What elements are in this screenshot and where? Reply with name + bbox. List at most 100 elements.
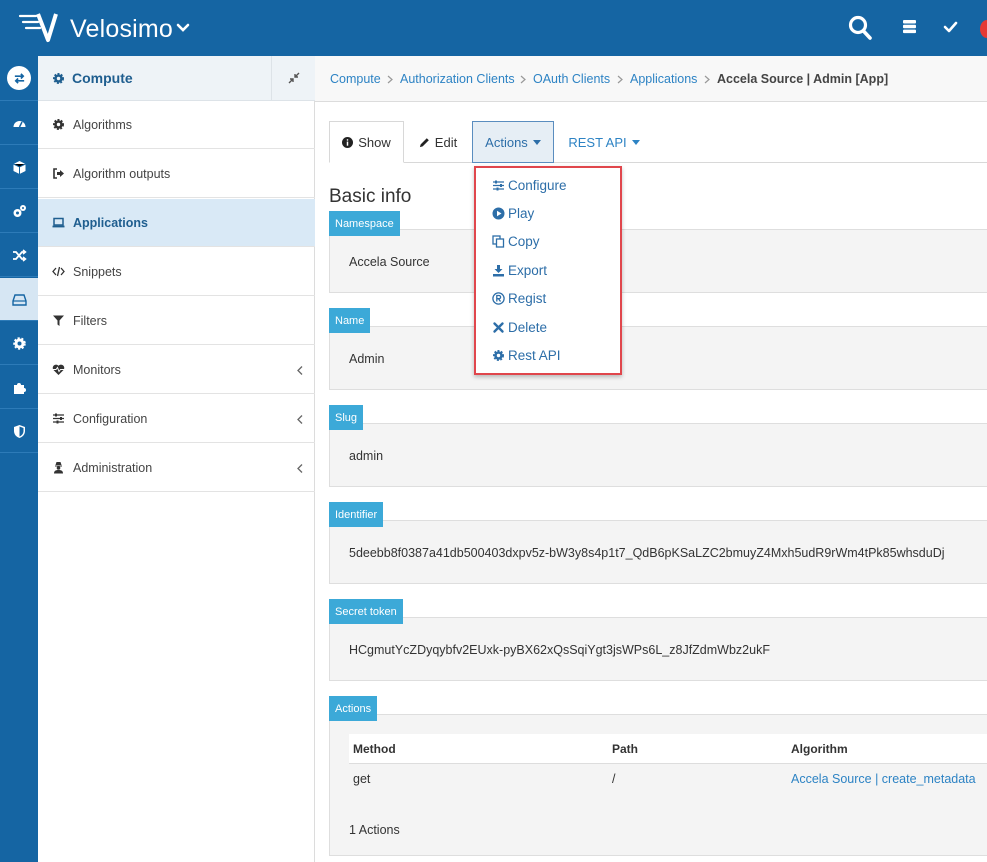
database-icon[interactable] — [902, 19, 917, 34]
user-secret-icon — [54, 462, 63, 474]
check-icon[interactable] — [943, 20, 958, 34]
sidebar-collapse-button[interactable] — [271, 56, 315, 100]
rail-compute-button[interactable] — [0, 278, 38, 321]
breadcrumb-current: Accela Source | Admin [App] — [717, 72, 889, 86]
chevron-left-icon — [297, 464, 303, 473]
field-label: Identifier — [329, 502, 384, 527]
menu-item-export[interactable]: Export — [492, 261, 547, 279]
notification-indicator[interactable] — [980, 20, 987, 38]
section-title: Basic info — [329, 186, 412, 207]
column-header-path: Path — [612, 742, 639, 756]
menu-item-play[interactable]: Play — [492, 204, 534, 222]
menu-item-label: Export — [508, 262, 548, 278]
field-label: Actions — [329, 696, 378, 721]
rail-exchange-button[interactable] — [0, 56, 38, 101]
tab-show[interactable]: Show — [329, 121, 404, 163]
sidebar-item-label: Filters — [73, 314, 108, 328]
sidebar-item-filters[interactable]: Filters — [38, 297, 315, 345]
field-box: admin — [329, 423, 987, 487]
cell-method: get — [353, 772, 371, 786]
sign-out-icon — [53, 168, 64, 179]
field-label: Name — [329, 308, 371, 333]
sidebar-item-label: Applications — [73, 216, 149, 230]
rail-random-button[interactable] — [0, 234, 38, 277]
table-header: Method Path Algorithm — [349, 734, 987, 764]
rail-puzzle-button[interactable] — [0, 366, 38, 409]
field-value: Accela Source — [349, 255, 430, 269]
sidebar-item-snippets[interactable]: Snippets — [38, 248, 315, 296]
code-icon — [52, 266, 65, 277]
tab-rest-api-label: REST API — [568, 134, 627, 150]
info-circle-icon — [342, 136, 354, 148]
actions-dropdown-menu: Configure Play Copy Export Regist Delete… — [474, 166, 622, 375]
rail-cogs-button[interactable] — [0, 190, 38, 233]
pencil-icon — [419, 137, 429, 147]
brand-name[interactable]: Velosimo — [70, 15, 173, 44]
actions-box: Method Path Algorithm get / Accela Sourc… — [329, 714, 987, 856]
chevron-left-icon — [297, 415, 303, 424]
tab-show-label: Show — [358, 134, 391, 150]
breadcrumb: Compute Authorization Clients OAuth Clie… — [315, 56, 987, 102]
rail-shield-button[interactable] — [0, 410, 38, 453]
sidebar-item-monitors[interactable]: Monitors — [38, 346, 315, 394]
field-label: Namespace — [329, 211, 400, 236]
field-box: HCgmutYcZDyqybfv2EUxk-pyBX62xQsSqiYgt3js… — [329, 617, 987, 681]
menu-item-copy[interactable]: Copy — [492, 232, 540, 250]
tab-actions-dropdown[interactable]: Actions — [472, 121, 554, 163]
chevron-left-icon — [297, 366, 303, 375]
field-label: Slug — [329, 405, 364, 430]
tab-edit[interactable]: Edit — [410, 121, 466, 163]
chevron-right-icon — [617, 75, 623, 84]
registered-icon — [492, 291, 505, 305]
sidebar-item-label: Algorithms — [73, 118, 133, 132]
sidebar-title[interactable]: Compute — [72, 70, 133, 86]
rail-settings-button[interactable] — [0, 322, 38, 365]
times-icon — [493, 321, 504, 333]
menu-item-delete[interactable]: Delete — [492, 318, 547, 336]
heartbeat-icon — [52, 364, 65, 375]
sidebar-item-label: Configuration — [73, 412, 148, 426]
cell-path: / — [612, 772, 616, 786]
menu-item-label: Configure — [508, 177, 567, 193]
hdd-icon — [11, 293, 27, 306]
field-value: HCgmutYcZDyqybfv2EUxk-pyBX62xQsSqiYgt3js… — [349, 643, 770, 657]
search-icon[interactable] — [848, 15, 872, 41]
breadcrumb-applications[interactable]: Applications — [630, 72, 697, 86]
puzzle-icon — [13, 382, 26, 394]
breadcrumb-compute[interactable]: Compute — [330, 72, 381, 86]
sidebar-item-algorithms[interactable]: Algorithms — [38, 101, 315, 149]
sidebar-item-label: Snippets — [73, 265, 122, 279]
tab-rest-api-dropdown[interactable]: REST API — [562, 121, 646, 163]
menu-item-rest-api[interactable]: Rest API — [492, 346, 561, 364]
top-navbar: Velosimo — [0, 0, 987, 56]
field-box: 5deebb8f0387a41db500403dxpv5z-bW3y8s4p1t… — [329, 520, 987, 584]
table-row: get / Accela Source | create_metadata — [349, 764, 987, 794]
field-value: admin — [349, 449, 384, 463]
field-box: Accela Source — [329, 229, 987, 293]
breadcrumb-oauth-clients[interactable]: OAuth Clients — [533, 72, 610, 86]
chevron-right-icon — [520, 75, 526, 84]
menu-item-label: Copy — [508, 233, 540, 249]
gear-icon — [492, 349, 505, 361]
cogs-icon — [13, 204, 26, 217]
gear-icon — [52, 118, 65, 131]
rail-cube-button[interactable] — [0, 146, 38, 189]
copy-icon — [492, 234, 505, 248]
sidebar-item-label: Algorithm outputs — [73, 167, 171, 181]
sidebar: Compute Algorithms Algorithm outputs App… — [38, 56, 315, 862]
sidebar-item-configuration[interactable]: Configuration — [38, 395, 315, 443]
sidebar-item-algorithm-outputs[interactable]: Algorithm outputs — [38, 150, 315, 198]
sidebar-header: Compute — [38, 56, 315, 101]
cube-icon — [12, 160, 26, 174]
sidebar-item-administration[interactable]: Administration — [38, 444, 315, 492]
velosimo-logo-icon[interactable] — [18, 10, 58, 44]
rail-dashboard-button[interactable] — [0, 102, 38, 145]
cell-algorithm-link[interactable]: Accela Source | create_metadata — [791, 772, 976, 786]
menu-item-configure[interactable]: Configure — [492, 176, 567, 194]
field-label: Secret token — [329, 599, 403, 624]
breadcrumb-authorization-clients[interactable]: Authorization Clients — [400, 72, 515, 86]
sidebar-item-applications[interactable]: Applications — [38, 199, 315, 247]
chevron-down-icon[interactable] — [176, 22, 190, 34]
menu-item-regist[interactable]: Regist — [492, 289, 546, 307]
field-value: Admin — [349, 352, 385, 366]
